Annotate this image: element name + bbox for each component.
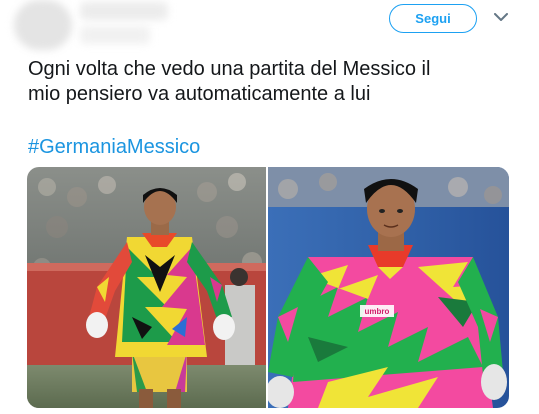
tweet-photo-left[interactable] [27, 167, 266, 408]
tweet-text-line-1: Ogni volta che vedo una partita del Mess… [28, 58, 431, 80]
tweet-text-line-2: mio pensiero va automaticamente a lui [28, 83, 371, 105]
hashtag-link[interactable]: #GermaniaMessico [28, 135, 200, 160]
tweet-text: Ogni volta che vedo una partita del Mess… [28, 57, 528, 107]
goalkeeper-photo-left [27, 167, 266, 408]
avatar[interactable] [14, 0, 72, 50]
author-handle-blurred [80, 26, 150, 44]
tweet-header: Segui [0, 0, 539, 52]
tweet-photo-right[interactable]: umbro [268, 167, 509, 408]
umbro-badge: umbro [365, 307, 390, 316]
goalkeeper-photo-right: umbro [268, 167, 509, 408]
follow-button[interactable]: Segui [389, 4, 477, 33]
chevron-down-icon[interactable] [493, 9, 509, 25]
author-name-blurred[interactable] [80, 2, 168, 20]
